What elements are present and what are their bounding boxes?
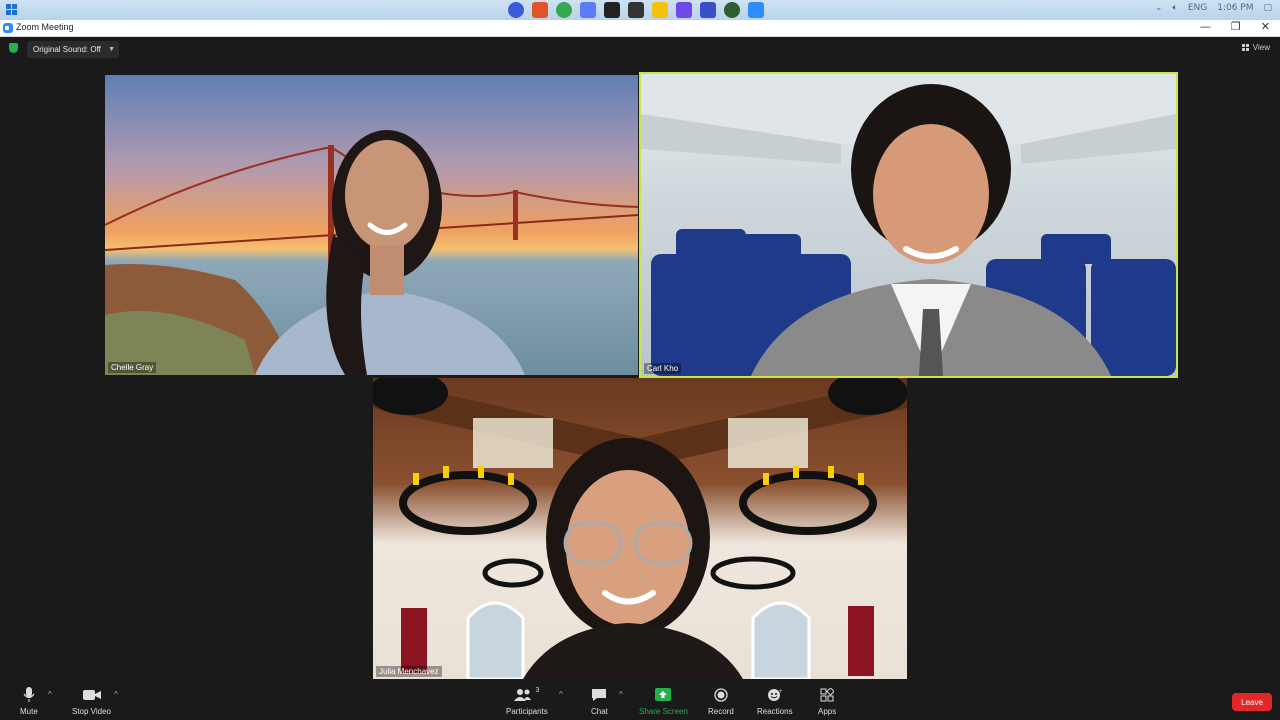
svg-text:+: + — [779, 689, 783, 695]
participant-name-label: Julia Menchavez — [376, 666, 442, 677]
stop-video-label: Stop Video — [72, 707, 111, 716]
mouse-cursor-icon — [283, 23, 288, 25]
tray-clock[interactable]: 1:06 PM — [1217, 3, 1253, 13]
mute-label: Mute — [20, 707, 38, 716]
chevron-up-icon[interactable]: ⌄ — [1155, 3, 1163, 13]
chat-options-chevron-icon[interactable]: ^ — [619, 690, 623, 699]
view-button[interactable]: View — [1241, 43, 1270, 52]
share-screen-icon — [655, 687, 672, 703]
chrome-icon[interactable] — [556, 2, 572, 18]
editor-icon[interactable] — [628, 2, 644, 18]
brave-browser-icon[interactable] — [532, 2, 548, 18]
restore-button[interactable]: ❐ — [1231, 20, 1241, 33]
file-explorer-icon[interactable] — [652, 2, 668, 18]
video-feed — [105, 130, 638, 375]
app-icon-2[interactable] — [700, 2, 716, 18]
participant-name-label: Chelle Gray — [108, 362, 157, 373]
microphone-icon — [23, 687, 35, 703]
video-camera-icon — [82, 687, 101, 703]
reactions-button[interactable]: + Reactions — [757, 687, 793, 716]
leave-button[interactable]: Leave — [1232, 693, 1272, 711]
video-feed — [373, 378, 907, 679]
window-titlebar: Zoom Meeting — ❐ ✕ — [0, 20, 1280, 37]
video-tile-participant-1[interactable]: Chelle Gray — [105, 75, 638, 375]
notion-icon[interactable] — [604, 2, 620, 18]
encryption-shield-icon[interactable] — [9, 43, 18, 53]
participants-options-chevron-icon[interactable]: ^ — [559, 690, 563, 699]
discord-icon[interactable] — [508, 2, 524, 18]
participants-count: 3 — [535, 687, 540, 694]
participants-label: Participants — [506, 707, 548, 716]
view-label: View — [1252, 43, 1270, 52]
record-label: Record — [708, 707, 734, 716]
chevron-down-icon[interactable]: ▼ — [108, 46, 115, 53]
grid-view-icon — [1241, 44, 1249, 51]
meeting-toolbar: Mute ^ Stop Video ^ 3 Participants ^ Cha… — [0, 684, 1280, 720]
participant-name-label: Carl Kho — [644, 363, 682, 374]
close-button[interactable]: ✕ — [1261, 20, 1270, 33]
share-screen-label: Share Screen — [639, 707, 688, 716]
minimize-button[interactable]: — — [1200, 20, 1211, 33]
original-sound-button[interactable]: Original Sound: Off ▼ — [27, 41, 119, 58]
record-icon — [714, 687, 728, 703]
video-tile-participant-3[interactable]: Julia Menchavez — [373, 378, 907, 679]
apps-button[interactable]: Apps — [818, 687, 836, 716]
reactions-smiley-icon: + — [767, 687, 783, 703]
apps-label: Apps — [818, 707, 837, 716]
app-icon[interactable] — [580, 2, 596, 18]
tray-language[interactable]: ENG — [1188, 3, 1207, 13]
record-button[interactable]: Record — [708, 687, 734, 716]
chat-button[interactable]: Chat — [591, 687, 608, 716]
share-screen-button[interactable]: Share Screen — [639, 687, 688, 716]
apps-icon — [820, 687, 835, 703]
chat-bubble-icon — [591, 687, 607, 703]
mute-button[interactable]: Mute — [20, 687, 38, 716]
windows-start-icon[interactable] — [6, 4, 18, 16]
zoom-taskbar-icon[interactable] — [748, 2, 764, 18]
video-tile-participant-2-active-speaker[interactable]: Carl Kho — [639, 72, 1178, 378]
stop-video-button[interactable]: Stop Video — [72, 687, 111, 716]
slack-icon[interactable] — [676, 2, 692, 18]
participants-button[interactable]: 3 Participants — [506, 687, 548, 716]
system-tray: ⌄ 🔈︎ ENG 1:06 PM ▢ — [1155, 3, 1272, 13]
speaker-icon[interactable]: 🔈︎ — [1172, 3, 1177, 13]
notification-icon[interactable]: ▢ — [1263, 3, 1272, 13]
video-options-chevron-icon[interactable]: ^ — [114, 690, 118, 699]
video-feed — [641, 74, 1176, 376]
original-sound-label: Original Sound: Off — [33, 45, 101, 54]
taskbar-pinned-apps — [508, 2, 764, 18]
app-icon-3[interactable] — [724, 2, 740, 18]
participants-icon: 3 — [514, 687, 539, 703]
reactions-label: Reactions — [757, 707, 793, 716]
chat-label: Chat — [591, 707, 608, 716]
audio-options-chevron-icon[interactable]: ^ — [48, 690, 52, 699]
window-title: Zoom Meeting — [16, 22, 74, 32]
zoom-logo-icon — [3, 23, 13, 33]
windows-taskbar: ⌄ 🔈︎ ENG 1:06 PM ▢ — [0, 0, 1280, 20]
